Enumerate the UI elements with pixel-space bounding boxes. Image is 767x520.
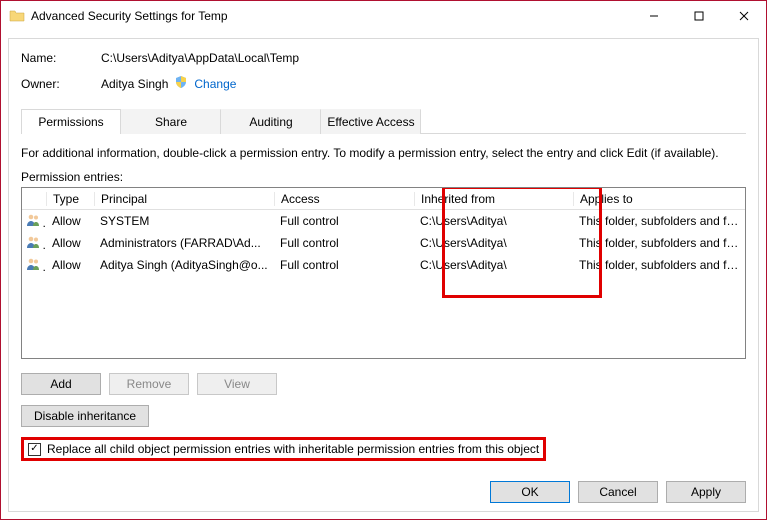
owner-field: Owner: Aditya Singh Change — [21, 75, 746, 92]
cell-principal: Aditya Singh (AdityaSingh@o... — [94, 258, 274, 272]
window: Advanced Security Settings for Temp Name… — [0, 0, 767, 520]
cell-inherited: C:\Users\Aditya\ — [414, 214, 573, 228]
entries-label: Permission entries: — [21, 170, 746, 184]
principal-icon — [22, 235, 46, 252]
permissions-table: Type Principal Access Inherited from App… — [21, 187, 746, 359]
cell-applies: This folder, subfolders and files — [573, 214, 745, 228]
window-buttons — [631, 1, 766, 31]
table-header: Type Principal Access Inherited from App… — [22, 188, 745, 210]
ok-button[interactable]: OK — [490, 481, 570, 503]
add-button[interactable]: Add — [21, 373, 101, 395]
remove-button: Remove — [109, 373, 189, 395]
tab-auditing[interactable]: Auditing — [221, 109, 321, 134]
principal-icon — [22, 213, 46, 230]
folder-icon — [9, 8, 25, 24]
cell-inherited: C:\Users\Aditya\ — [414, 236, 573, 250]
minimize-button[interactable] — [631, 1, 676, 31]
principal-icon — [22, 257, 46, 274]
col-inherited[interactable]: Inherited from — [414, 192, 573, 206]
cell-type: Allow — [46, 214, 94, 228]
name-field: Name: C:\Users\Aditya\AppData\Local\Temp — [21, 51, 746, 65]
content-panel: Name: C:\Users\Aditya\AppData\Local\Temp… — [8, 38, 759, 512]
tab-share[interactable]: Share — [121, 109, 221, 134]
name-label: Name: — [21, 51, 101, 65]
cell-access: Full control — [274, 258, 414, 272]
maximize-button[interactable] — [676, 1, 721, 31]
name-value: C:\Users\Aditya\AppData\Local\Temp — [101, 51, 299, 65]
table-row[interactable]: AllowSYSTEMFull controlC:\Users\Aditya\T… — [22, 210, 745, 232]
apply-button[interactable]: Apply — [666, 481, 746, 503]
cancel-button[interactable]: Cancel — [578, 481, 658, 503]
cell-applies: This folder, subfolders and files — [573, 236, 745, 250]
table-row[interactable]: AllowAdministrators (FARRAD\Ad...Full co… — [22, 232, 745, 254]
tab-bar: Permissions Share Auditing Effective Acc… — [21, 108, 746, 134]
window-title: Advanced Security Settings for Temp — [31, 9, 631, 23]
cell-access: Full control — [274, 236, 414, 250]
cell-principal: SYSTEM — [94, 214, 274, 228]
table-body: AllowSYSTEMFull controlC:\Users\Aditya\T… — [22, 210, 745, 276]
table-row[interactable]: AllowAditya Singh (AdityaSingh@o...Full … — [22, 254, 745, 276]
col-principal[interactable]: Principal — [94, 192, 274, 206]
cell-inherited: C:\Users\Aditya\ — [414, 258, 573, 272]
col-access[interactable]: Access — [274, 192, 414, 206]
shield-icon — [174, 75, 188, 92]
dialog-buttons: OK Cancel Apply — [21, 471, 746, 503]
view-button: View — [197, 373, 277, 395]
replace-label: Replace all child object permission entr… — [47, 442, 539, 456]
tab-effective-access[interactable]: Effective Access — [321, 109, 421, 134]
cell-type: Allow — [46, 258, 94, 272]
owner-label: Owner: — [21, 77, 101, 91]
info-text: For additional information, double-click… — [21, 146, 746, 160]
replace-checkbox-row[interactable]: ✓ Replace all child object permission en… — [21, 437, 546, 461]
owner-value: Aditya Singh — [101, 77, 168, 91]
titlebar: Advanced Security Settings for Temp — [1, 1, 766, 31]
disable-inheritance-button[interactable]: Disable inheritance — [21, 405, 149, 427]
col-applies[interactable]: Applies to — [573, 192, 745, 206]
cell-type: Allow — [46, 236, 94, 250]
tab-permissions[interactable]: Permissions — [21, 109, 121, 134]
close-button[interactable] — [721, 1, 766, 31]
cell-access: Full control — [274, 214, 414, 228]
change-owner-link[interactable]: Change — [194, 77, 236, 91]
cell-applies: This folder, subfolders and files — [573, 258, 745, 272]
col-type[interactable]: Type — [46, 192, 94, 206]
cell-principal: Administrators (FARRAD\Ad... — [94, 236, 274, 250]
replace-checkbox[interactable]: ✓ — [28, 443, 41, 456]
entry-buttons: Add Remove View — [21, 373, 746, 395]
